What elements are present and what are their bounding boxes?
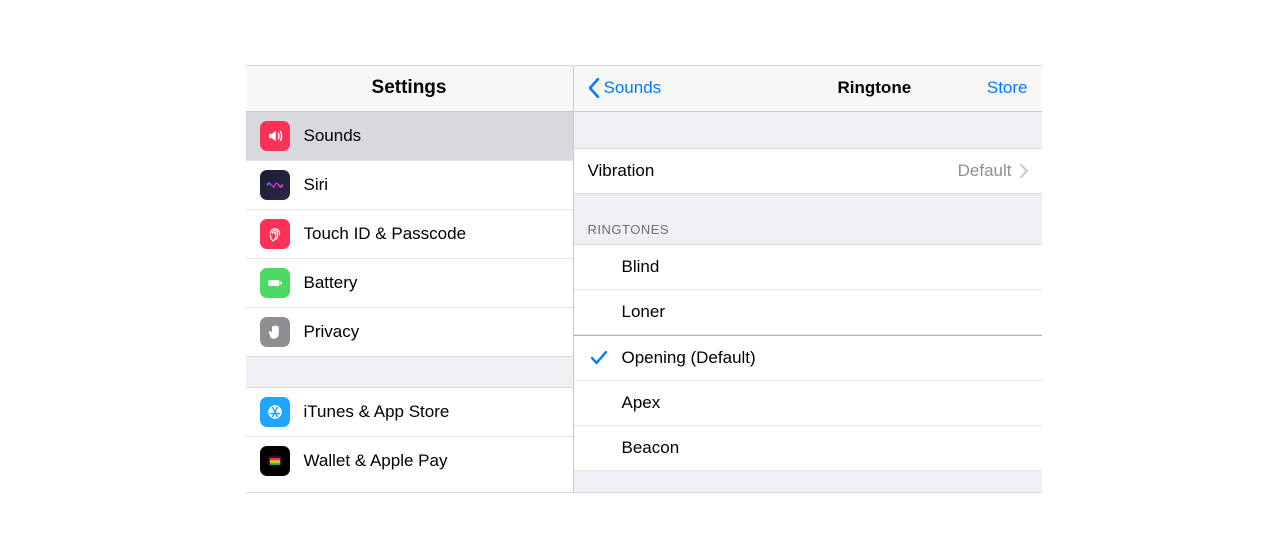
sidebar-group-gap <box>246 356 573 388</box>
checkmark-icon <box>588 351 610 365</box>
sidebar-item-wallet-apple-pay[interactable]: Wallet & Apple Pay <box>246 437 573 485</box>
ringtone-row[interactable]: Opening (Default) <box>574 336 1042 381</box>
speaker-icon <box>260 121 290 151</box>
page-title: Ringtone <box>838 78 912 98</box>
battery-icon <box>260 268 290 298</box>
ringtone-name: Opening (Default) <box>622 348 1028 368</box>
vibration-label: Vibration <box>588 161 655 181</box>
hand-icon <box>260 317 290 347</box>
back-button[interactable]: Sounds <box>588 78 662 98</box>
sidebar-item-privacy[interactable]: Privacy <box>246 308 573 356</box>
ringtone-name: Blind <box>622 257 1028 277</box>
sidebar-item-label: Wallet & Apple Pay <box>304 451 448 471</box>
chevron-right-icon <box>1020 164 1028 178</box>
back-label: Sounds <box>604 78 662 98</box>
ringtone-name: Loner <box>622 302 1028 322</box>
ringtone-row[interactable]: Beacon <box>574 426 1042 471</box>
sidebar-item-label: Privacy <box>304 322 360 342</box>
ringtone-name: Apex <box>622 393 1028 413</box>
sidebar-item-touch-id-passcode[interactable]: Touch ID & Passcode <box>246 210 573 259</box>
sidebar-item-sounds[interactable]: Sounds <box>246 112 573 161</box>
siri-icon <box>260 170 290 200</box>
sidebar-item-battery[interactable]: Battery <box>246 259 573 308</box>
sidebar-item-label: Siri <box>304 175 329 195</box>
ringtone-row[interactable]: Blind <box>574 245 1042 290</box>
store-button[interactable]: Store <box>987 78 1028 98</box>
sidebar-item-label: Sounds <box>304 126 362 146</box>
ringtone-name: Beacon <box>622 438 1028 458</box>
sidebar-item-itunes-app-store[interactable]: iTunes & App Store <box>246 388 573 437</box>
ringtone-row[interactable]: Apex <box>574 381 1042 426</box>
appstore-icon <box>260 397 290 427</box>
chevron-left-icon <box>588 78 600 98</box>
nav-bar: Sounds Ringtone Store <box>574 66 1042 112</box>
settings-sidebar: Settings Sounds Siri Touch ID & Passcode Ba… <box>246 66 574 492</box>
vibration-row[interactable]: Vibration Default <box>574 148 1042 194</box>
ringtones-header: RINGTONES <box>574 194 1042 244</box>
ringtone-row[interactable]: Loner <box>574 290 1042 335</box>
sidebar-item-label: Battery <box>304 273 358 293</box>
detail-pane: Sounds Ringtone Store Vibration Default … <box>574 66 1042 492</box>
wallet-icon <box>260 446 290 476</box>
sidebar-item-label: iTunes & App Store <box>304 402 450 422</box>
vibration-value: Default <box>958 161 1012 181</box>
sidebar-item-label: Touch ID & Passcode <box>304 224 467 244</box>
sidebar-item-siri[interactable]: Siri <box>246 161 573 210</box>
sidebar-title: Settings <box>246 66 573 112</box>
fingerprint-icon <box>260 219 290 249</box>
